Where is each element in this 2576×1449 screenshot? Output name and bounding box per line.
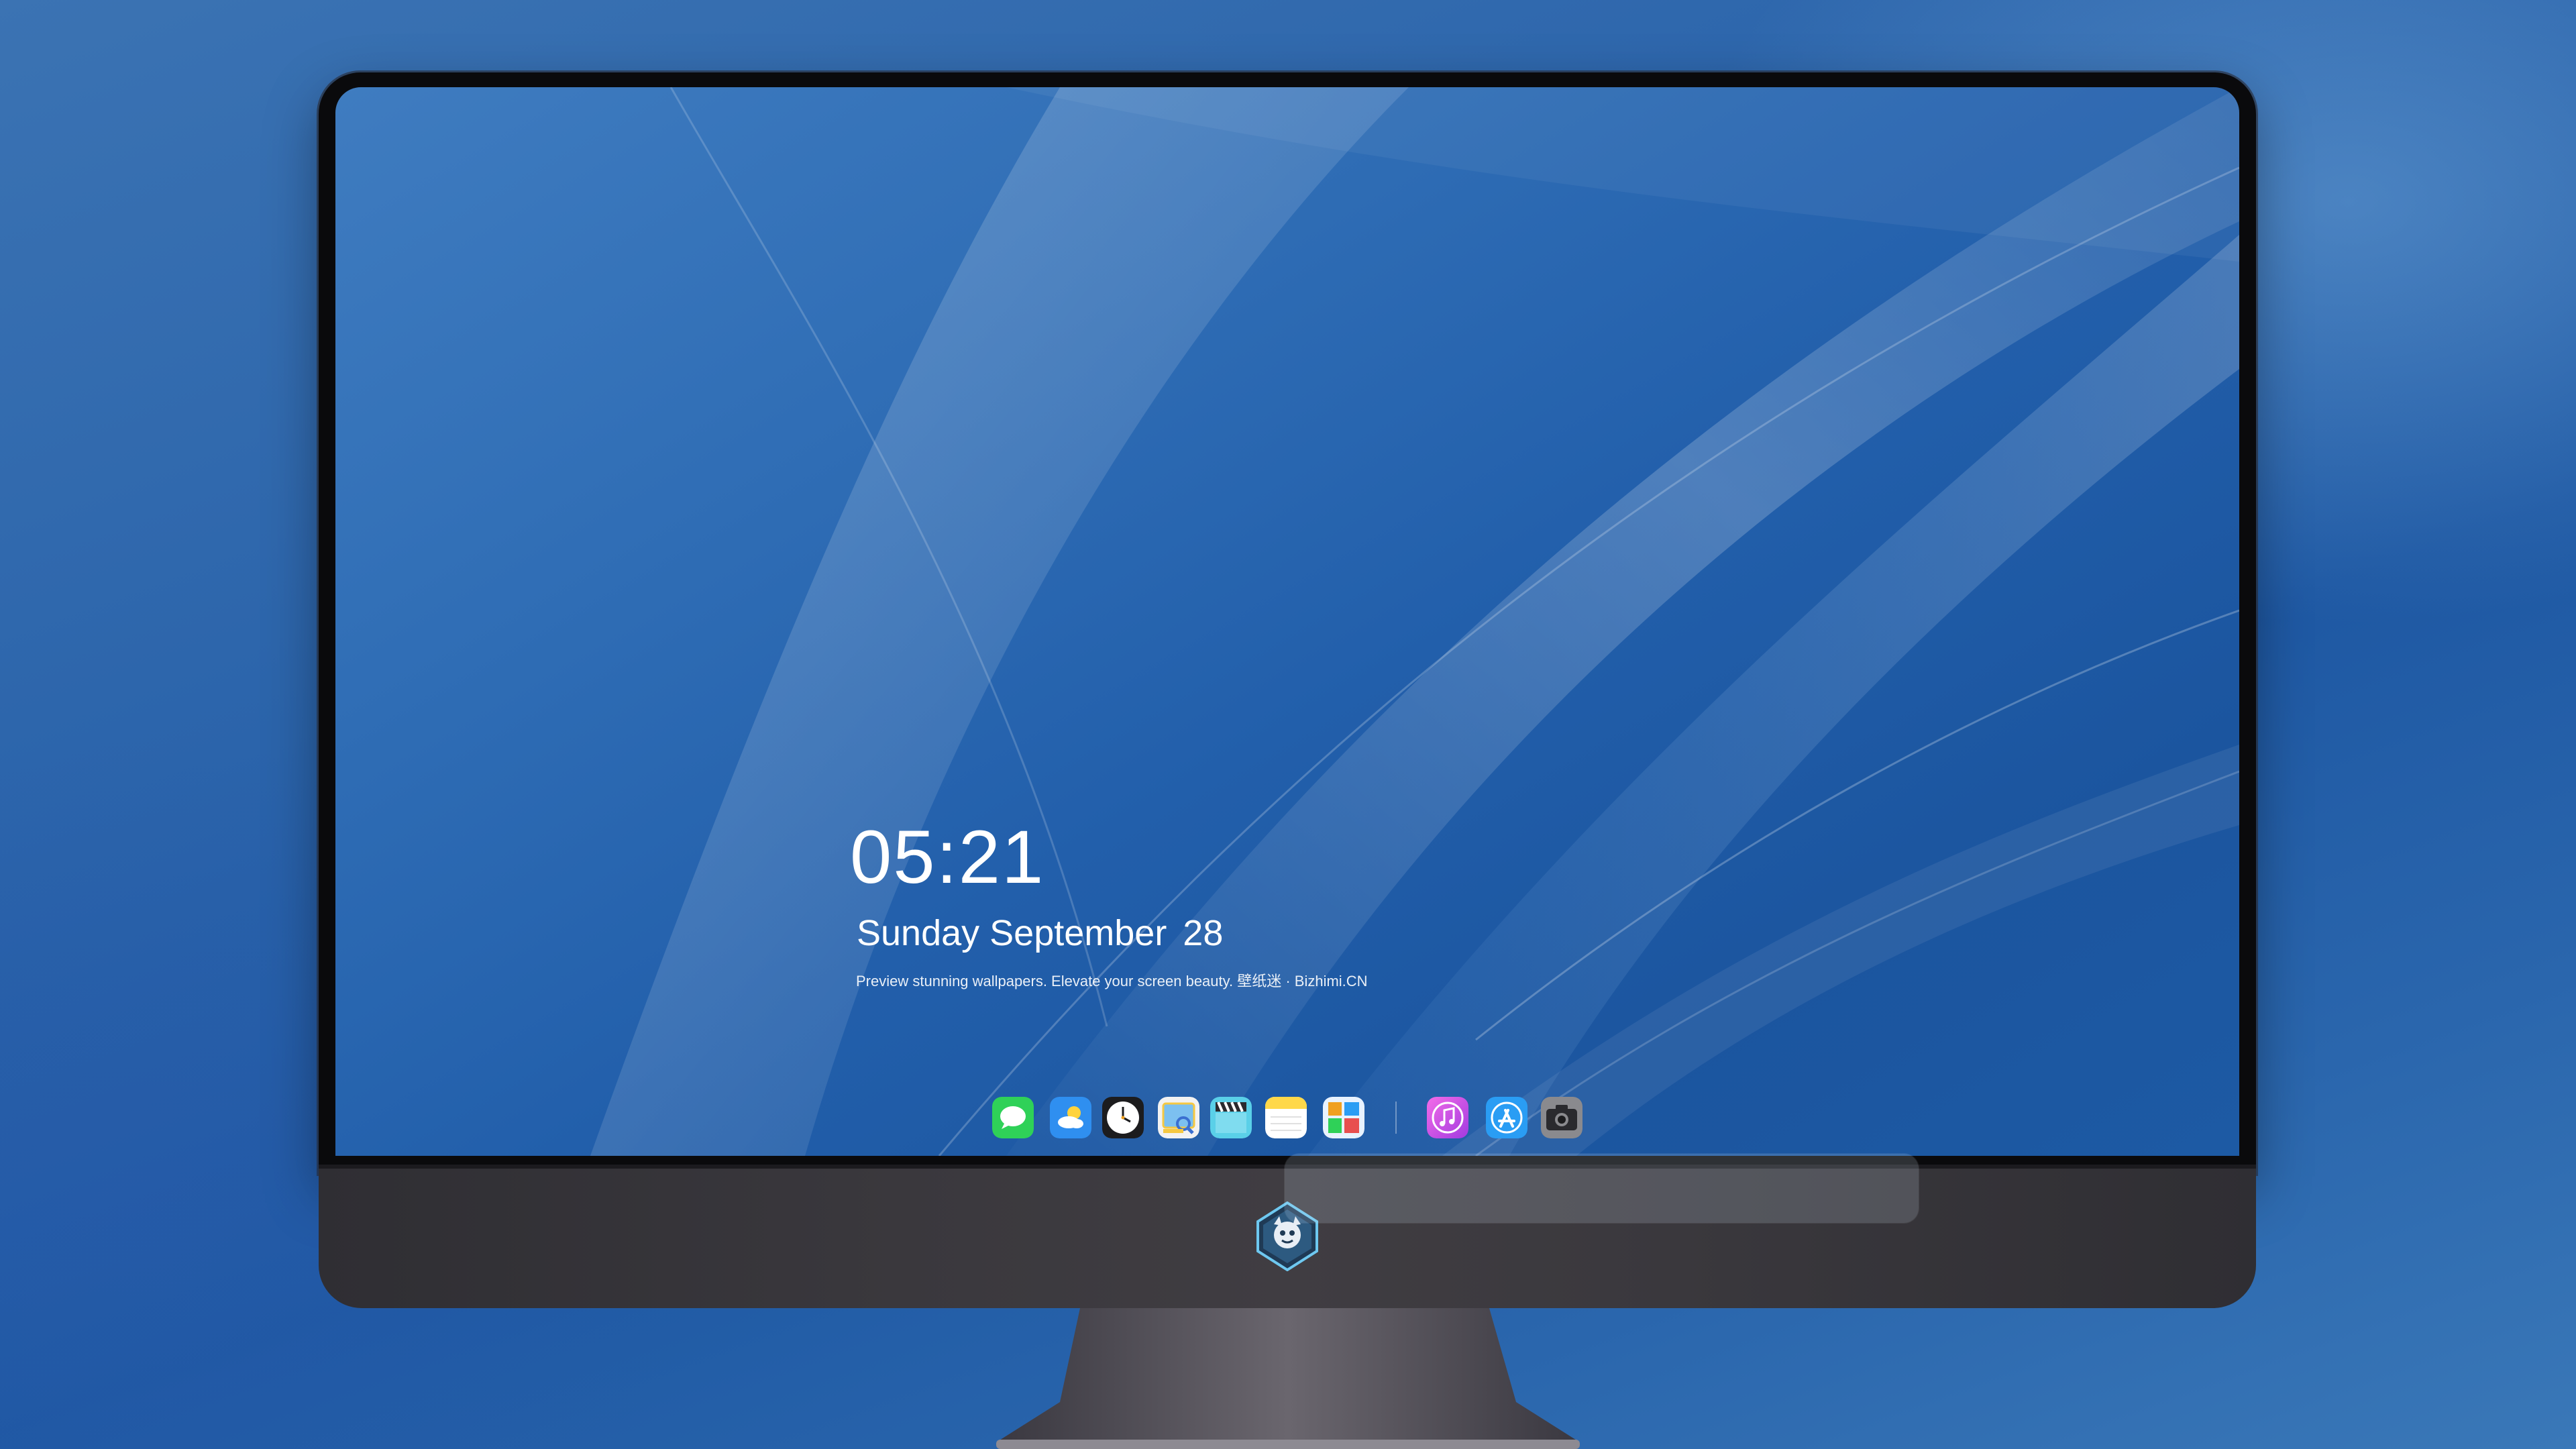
wallpaper: [335, 87, 2239, 1156]
lock-screen-time: 05:21: [850, 815, 1045, 899]
clapperboard-icon[interactable]: [1210, 1097, 1252, 1138]
music-note-icon[interactable]: [1427, 1097, 1468, 1138]
monitor-stand: [996, 1308, 1580, 1449]
date-day: 28: [1183, 913, 1224, 953]
notes-icon[interactable]: [1265, 1097, 1307, 1138]
app-store-icon[interactable]: [1486, 1097, 1527, 1138]
date-weekday-month: Sunday September: [857, 913, 1167, 953]
dock-separator: [1395, 1102, 1397, 1134]
desktop-screen: 05:21 Sunday September 28 Preview stunnin…: [335, 87, 2239, 1156]
dock: [1285, 1154, 1919, 1223]
weather-icon[interactable]: [1050, 1097, 1091, 1138]
monitor-bezel: 05:21 Sunday September 28 Preview stunnin…: [319, 72, 2256, 1174]
lock-screen-date: Sunday September 28: [857, 910, 1223, 957]
camera-icon[interactable]: [1541, 1097, 1582, 1138]
clock-icon[interactable]: [1102, 1097, 1144, 1138]
lock-screen-tagline: Preview stunning wallpapers. Elevate you…: [856, 973, 1368, 989]
photo-grid-icon[interactable]: [1323, 1097, 1364, 1138]
preview-icon[interactable]: [1158, 1097, 1199, 1138]
messages-icon[interactable]: [992, 1097, 1034, 1138]
